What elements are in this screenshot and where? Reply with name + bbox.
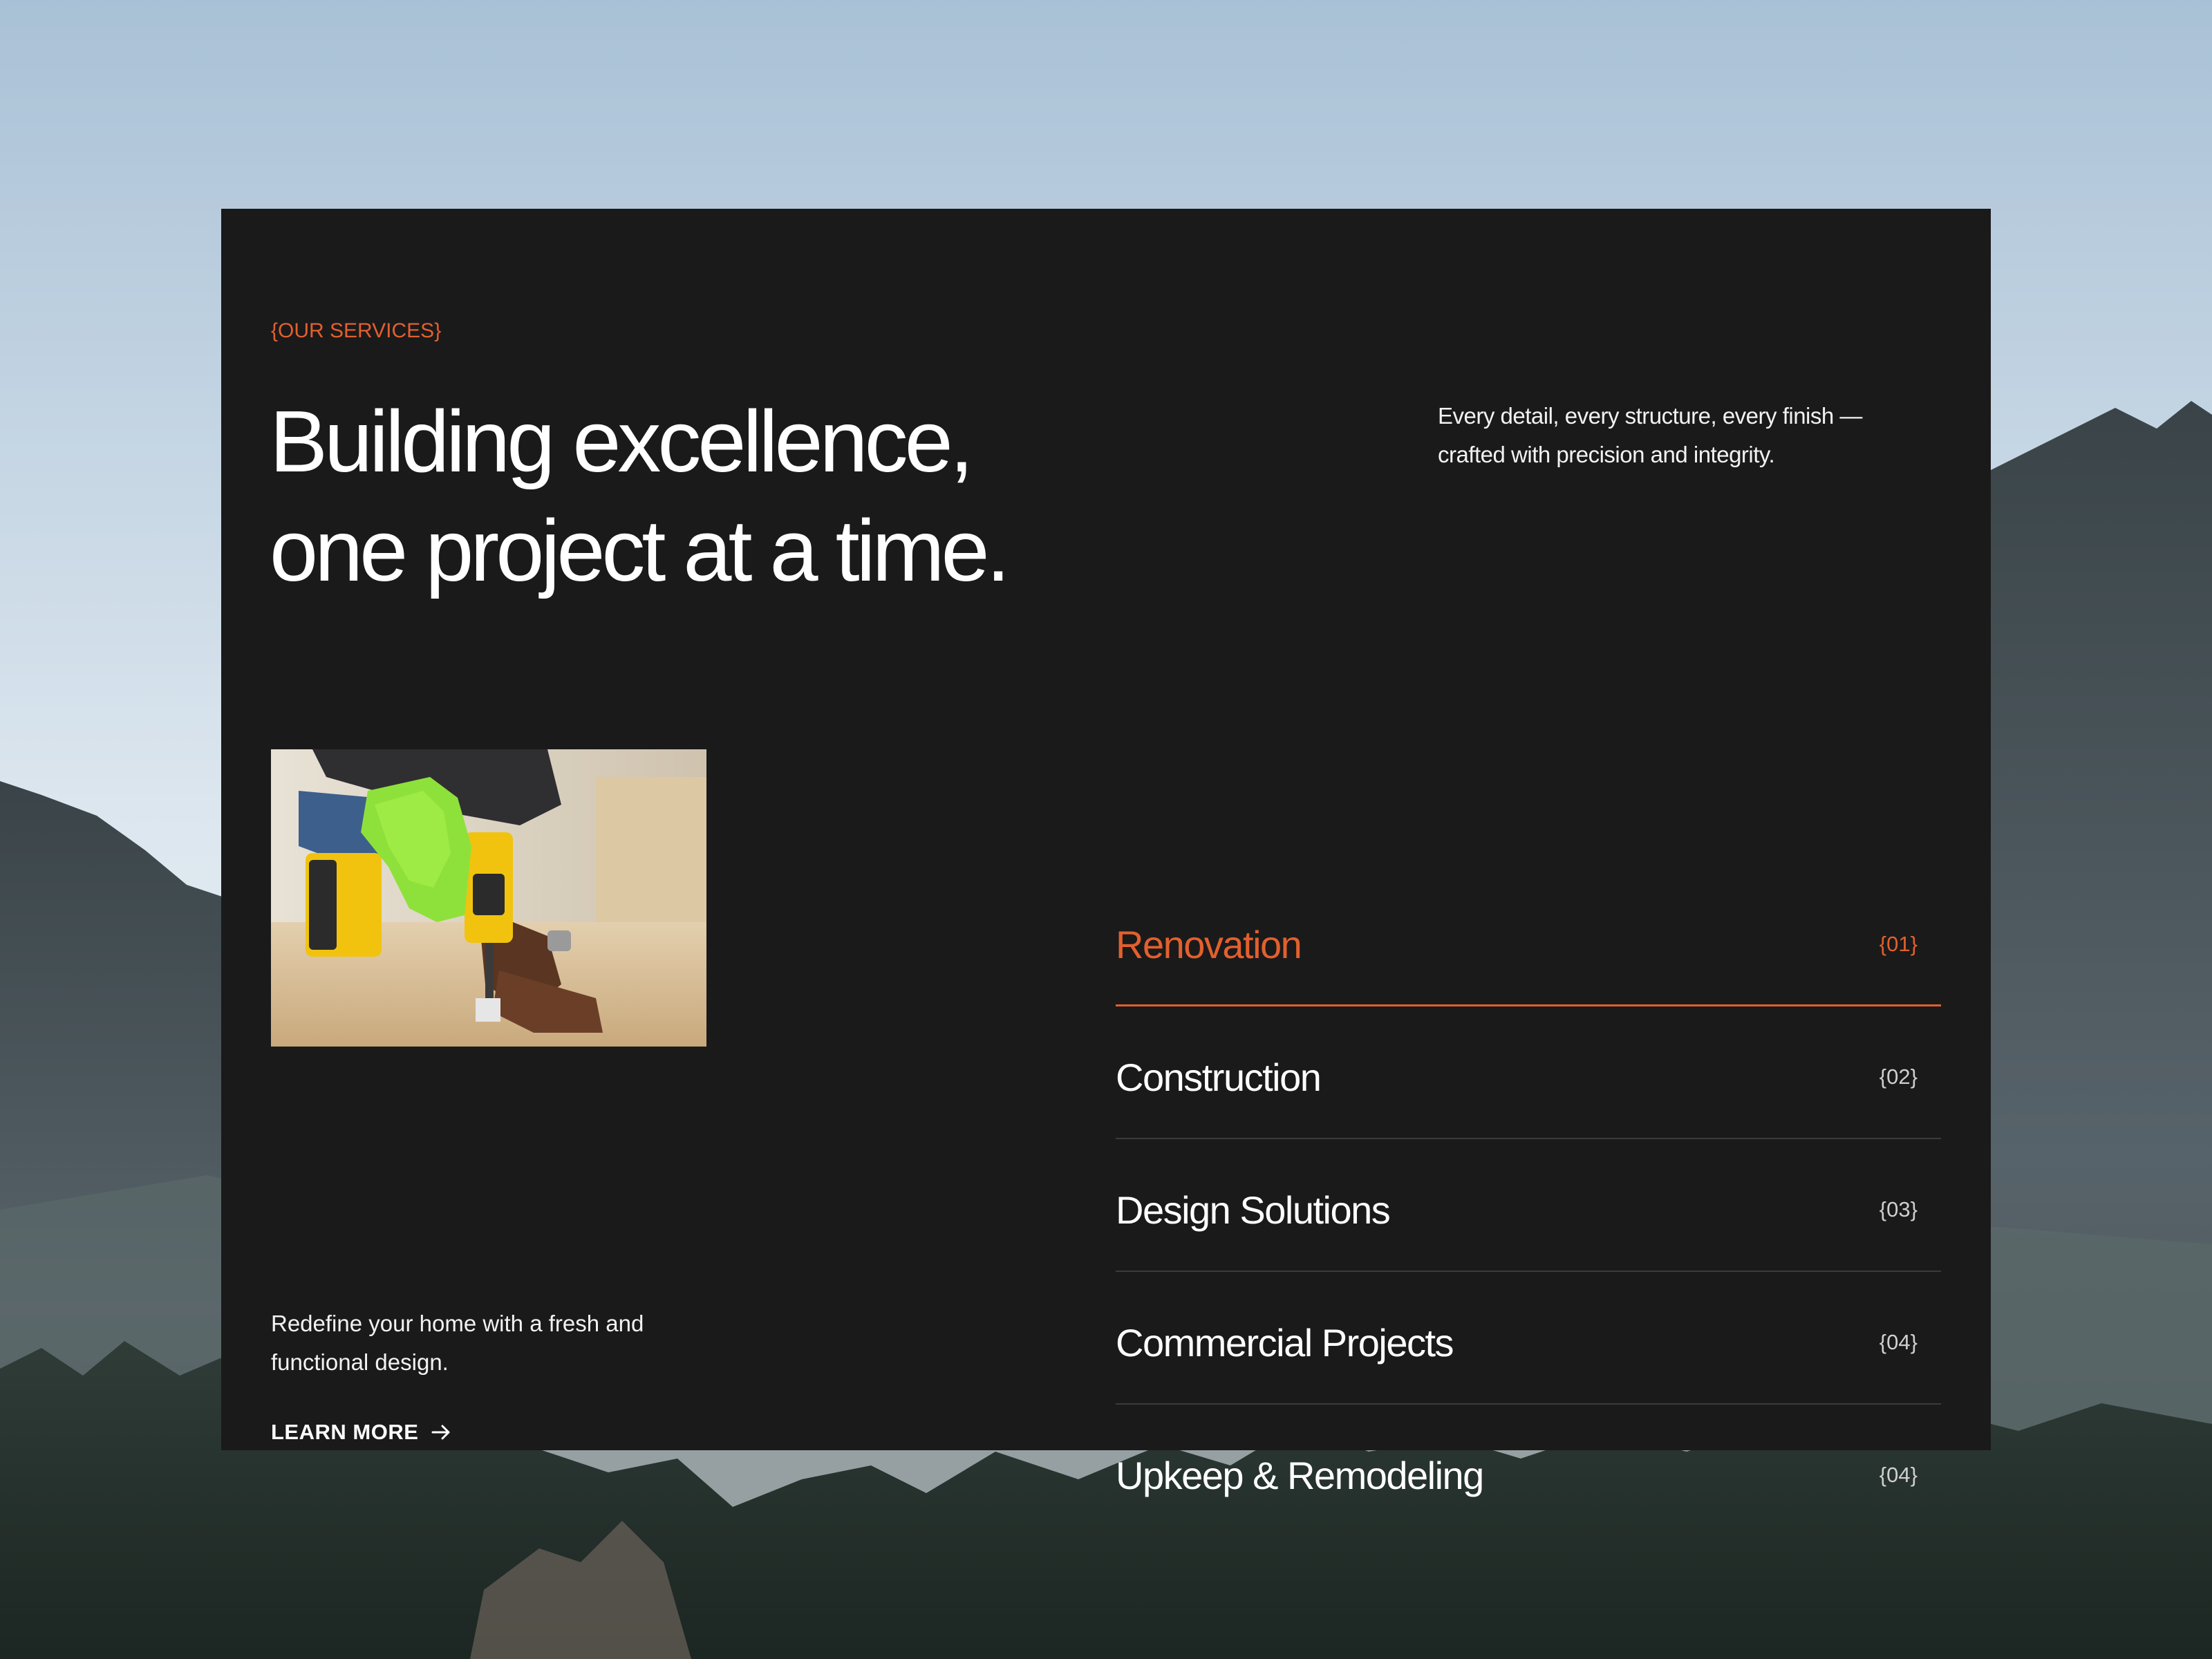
service-name: Upkeep & Remodeling [1116, 1454, 1484, 1497]
headline-line-1: Building excellence, [270, 393, 974, 490]
services-list: Renovation {01} Construction {02} Design… [1116, 923, 1941, 1537]
service-name: Design Solutions [1116, 1188, 1391, 1232]
blurb-line-2: functional design. [271, 1349, 449, 1375]
section-eyebrow: {OUR SERVICES} [271, 319, 442, 342]
service-number: {02} [1879, 1065, 1918, 1089]
service-number: {03} [1879, 1197, 1918, 1221]
blurb-line-1: Redefine your home with a fresh and [271, 1311, 644, 1336]
service-name: Construction [1116, 1056, 1322, 1099]
service-item-renovation[interactable]: Renovation {01} [1116, 874, 1941, 1006]
intro-line-2: crafted with precision and integrity. [1438, 442, 1775, 467]
service-number: {04} [1879, 1330, 1918, 1354]
service-number: {04} [1879, 1463, 1918, 1487]
section-intro: Every detail, every structure, every fin… [1438, 397, 1936, 474]
service-item-upkeep-remodeling[interactable]: Upkeep & Remodeling {04} [1116, 1405, 1941, 1537]
service-number: {01} [1879, 932, 1918, 956]
section-headline: Building excellence, one project at a ti… [270, 387, 1237, 606]
service-item-commercial-projects[interactable]: Commercial Projects {04} [1116, 1272, 1941, 1405]
learn-more-link[interactable]: LEARN MORE [271, 1420, 451, 1445]
service-item-construction[interactable]: Construction {02} [1116, 1006, 1941, 1139]
services-section: {OUR SERVICES} Building excellence, one … [221, 209, 1991, 1497]
learn-more-label: LEARN MORE [271, 1420, 419, 1444]
power-drill-photo [271, 749, 706, 1047]
service-name: Renovation [1116, 923, 1302, 966]
service-name: Commercial Projects [1116, 1321, 1454, 1365]
intro-line-1: Every detail, every structure, every fin… [1438, 403, 1862, 429]
service-item-design-solutions[interactable]: Design Solutions {03} [1116, 1139, 1941, 1272]
arrow-right-icon [431, 1422, 451, 1443]
headline-line-2: one project at a time. [270, 502, 1011, 599]
feature-blurb: Redefine your home with a fresh and func… [271, 1304, 769, 1382]
